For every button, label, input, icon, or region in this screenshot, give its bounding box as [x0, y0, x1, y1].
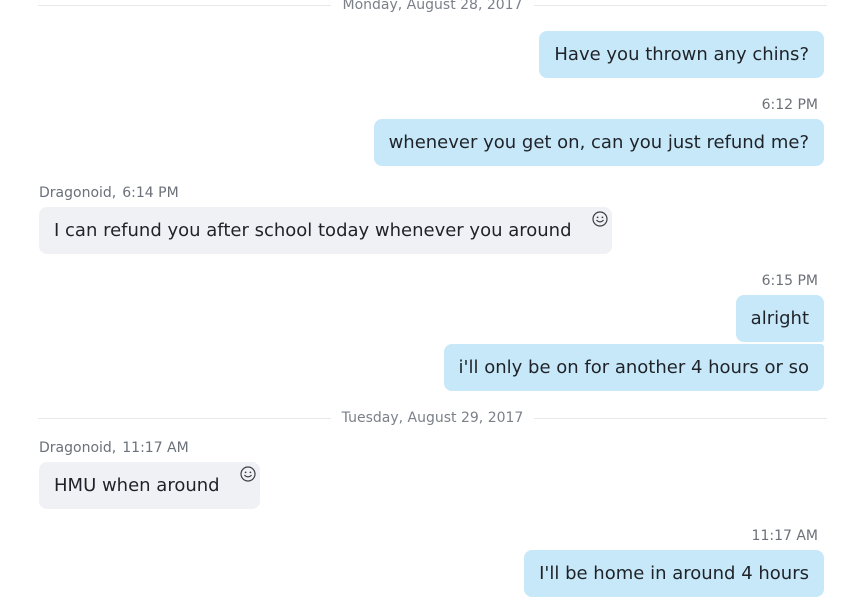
incoming-message-bubble[interactable]: I can refund you after school today when…	[39, 207, 612, 254]
message-text: I can refund you after school today when…	[54, 220, 572, 241]
smiley-reaction-icon[interactable]	[239, 466, 256, 482]
message-text: HMU when around	[54, 475, 220, 496]
message-text: i'll only be on for another 4 hours or s…	[458, 357, 809, 378]
message-meta: Dragonoid, 6:14 PM	[39, 183, 179, 203]
date-separator: Monday, August 28, 2017	[38, 0, 827, 15]
meta-separator: ,	[111, 440, 117, 456]
outgoing-message-bubble[interactable]: i'll only be on for another 4 hours or s…	[443, 344, 824, 391]
outgoing-message-bubble[interactable]: alright	[735, 295, 824, 342]
outgoing-message-bubble[interactable]: Have you thrown any chins?	[539, 31, 824, 78]
message-text: alright	[750, 308, 809, 329]
message-text: whenever you get on, can you just refund…	[388, 132, 809, 153]
message-text: Have you thrown any chins?	[554, 44, 809, 65]
message-timestamp: 6:12 PM	[761, 97, 818, 113]
incoming-message-bubble[interactable]: HMU when around	[39, 462, 260, 509]
meta-separator: ,	[111, 185, 117, 201]
outgoing-message-bubble[interactable]: whenever you get on, can you just refund…	[373, 119, 824, 166]
chat-conversation: Monday, August 28, 2017 Have you thrown …	[0, 0, 847, 612]
message-timestamp: 11:17 AM	[122, 440, 189, 456]
outgoing-message-bubble[interactable]: I'll be home in around 4 hours	[524, 550, 824, 597]
message-timestamp: 6:14 PM	[122, 185, 179, 201]
date-separator: Tuesday, August 29, 2017	[38, 408, 827, 428]
message-timestamp: 11:17 AM	[751, 528, 818, 544]
divider-line	[534, 418, 827, 419]
message-text: I'll be home in around 4 hours	[539, 563, 809, 584]
date-separator-label: Monday, August 28, 2017	[342, 0, 523, 13]
message-timestamp: 6:15 PM	[761, 273, 818, 289]
sender-name[interactable]: Dragonoid	[39, 440, 112, 456]
smiley-reaction-icon[interactable]	[591, 211, 608, 227]
divider-line	[534, 5, 827, 6]
message-meta: Dragonoid, 11:17 AM	[39, 438, 189, 458]
sender-name[interactable]: Dragonoid	[39, 185, 112, 201]
